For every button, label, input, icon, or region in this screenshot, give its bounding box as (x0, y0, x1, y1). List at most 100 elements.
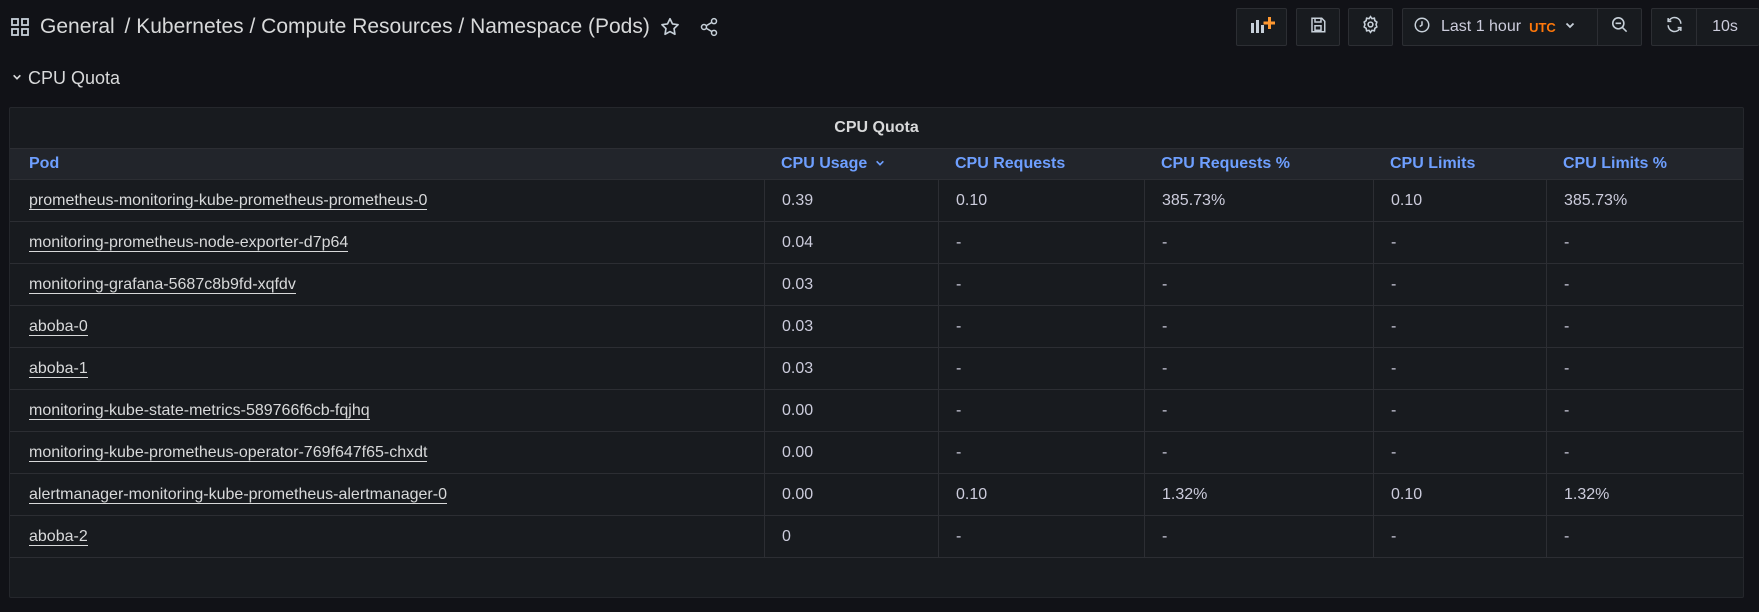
cpu-requests-cell: - (938, 390, 1144, 431)
column-header-label: CPU Limits (1390, 155, 1476, 172)
chevron-down-icon (1564, 18, 1576, 36)
cpu-limits-cell: - (1373, 222, 1546, 263)
cpu-usage-cell: 0.03 (764, 264, 938, 305)
save-dashboard-button[interactable] (1296, 8, 1340, 46)
column-header-cpu-usage[interactable]: CPU Usage (781, 149, 885, 179)
pod-cell: alertmanager-monitoring-kube-prometheus-… (10, 474, 764, 515)
column-header-cpu-limits-percent[interactable]: CPU Limits % (1563, 149, 1667, 179)
chevron-down-icon (12, 69, 22, 87)
cpu-requests-percent-cell: - (1144, 222, 1373, 263)
dashboard-settings-button[interactable] (1348, 8, 1393, 46)
cpu-limits-cell: - (1373, 264, 1546, 305)
pod-cell: aboba-0 (10, 306, 764, 347)
cpu-limits-percent-cell: - (1546, 264, 1745, 305)
pod-cell: monitoring-grafana-5687c8b9fd-xqfdv (10, 264, 764, 305)
cpu-limits-percent-cell: - (1546, 516, 1745, 557)
cpu-requests-cell: 0.10 (938, 474, 1144, 515)
cpu-requests-cell: - (938, 306, 1144, 347)
cpu-requests-percent-cell: - (1144, 432, 1373, 473)
table-row: alertmanager-monitoring-kube-prometheus-… (10, 474, 1743, 516)
pod-cell: aboba-1 (10, 348, 764, 389)
cpu-limits-cell: - (1373, 516, 1546, 557)
cpu-usage-cell: 0.00 (764, 474, 938, 515)
cpu-requests-cell: 0.10 (938, 180, 1144, 221)
table-row: monitoring-kube-prometheus-operator-769f… (10, 432, 1743, 474)
row-title: CPU Quota (28, 67, 121, 88)
pod-link[interactable]: alertmanager-monitoring-kube-prometheus-… (29, 486, 447, 504)
cpu-usage-cell: 0.39 (764, 180, 938, 221)
column-header-pod[interactable]: Pod (29, 149, 59, 179)
refresh-icon (1665, 15, 1684, 39)
cpu-requests-percent-cell: 385.73% (1144, 180, 1373, 221)
apps-icon[interactable] (10, 17, 30, 37)
panel-title[interactable]: CPU Quota (10, 108, 1743, 148)
table-row: monitoring-prometheus-node-exporter-d7p6… (10, 222, 1743, 264)
star-icon[interactable] (657, 14, 683, 40)
cpu-usage-cell: 0.00 (764, 432, 938, 473)
cpu-usage-cell: 0.03 (764, 348, 938, 389)
pod-cell: prometheus-monitoring-kube-prometheus-pr… (10, 180, 764, 221)
cpu-usage-cell: 0.04 (764, 222, 938, 263)
table-row: aboba-1 0.03 - - - - (10, 348, 1743, 390)
cpu-requests-cell: - (938, 516, 1144, 557)
cpu-limits-percent-cell: - (1546, 348, 1745, 389)
timezone-label: UTC (1529, 19, 1556, 35)
cpu-limits-percent-cell: - (1546, 306, 1745, 347)
table-row: monitoring-kube-state-metrics-589766f6cb… (10, 390, 1743, 432)
top-navbar: General / Kubernetes / Compute Resources… (0, 0, 1759, 54)
cpu-limits-percent-cell: - (1546, 432, 1745, 473)
dashboard-title[interactable]: Kubernetes / Compute Resources / Namespa… (136, 15, 650, 39)
pod-link[interactable]: monitoring-kube-state-metrics-589766f6cb… (29, 402, 370, 420)
pod-cell: monitoring-kube-prometheus-operator-769f… (10, 432, 764, 473)
table-header: Pod CPU Usage CPU Requests CPU Requests … (10, 148, 1743, 180)
cpu-limits-percent-cell: - (1546, 390, 1745, 431)
breadcrumb-separator: / (118, 15, 137, 38)
add-panel-button[interactable] (1236, 8, 1287, 46)
column-header-label: CPU Requests (955, 155, 1066, 172)
save-icon (1309, 16, 1327, 39)
pod-link[interactable]: monitoring-prometheus-node-exporter-d7p6… (29, 234, 349, 252)
column-header-label: CPU Usage (781, 155, 868, 172)
row-header-cpu-quota[interactable]: CPU Quota (12, 64, 120, 92)
column-header-cpu-limits[interactable]: CPU Limits (1390, 149, 1475, 179)
time-range-picker[interactable]: Last 1 hour UTC (1402, 8, 1597, 46)
clock-icon (1413, 16, 1431, 39)
pod-link[interactable]: aboba-1 (29, 360, 88, 378)
cpu-quota-panel: CPU Quota Pod CPU Usage CPU Requests CPU… (9, 107, 1744, 598)
cpu-limits-percent-cell: 385.73% (1546, 180, 1745, 221)
cpu-usage-cell: 0 (764, 516, 938, 557)
breadcrumb-folder[interactable]: General (40, 15, 115, 39)
zoom-out-button[interactable] (1597, 8, 1642, 46)
table-row: aboba-0 0.03 - - - - (10, 306, 1743, 348)
add-panel-icon (1249, 15, 1275, 40)
gear-icon (1361, 15, 1380, 39)
cpu-requests-percent-cell: - (1144, 348, 1373, 389)
cpu-limits-cell: - (1373, 390, 1546, 431)
table-row: aboba-2 0 - - - - (10, 516, 1743, 558)
pod-link[interactable]: monitoring-grafana-5687c8b9fd-xqfdv (29, 276, 296, 294)
cpu-requests-percent-cell: - (1144, 390, 1373, 431)
pod-link[interactable]: monitoring-kube-prometheus-operator-769f… (29, 444, 428, 462)
column-header-cpu-requests[interactable]: CPU Requests (955, 149, 1065, 179)
cpu-requests-percent-cell: 1.32% (1144, 474, 1373, 515)
cpu-requests-cell: - (938, 264, 1144, 305)
table-row: prometheus-monitoring-kube-prometheus-pr… (10, 180, 1743, 222)
pod-cell: monitoring-kube-state-metrics-589766f6cb… (10, 390, 764, 431)
pod-link[interactable]: aboba-0 (29, 318, 88, 336)
refresh-interval-picker[interactable]: 10s (1696, 8, 1759, 46)
column-header-label: CPU Requests % (1161, 155, 1290, 172)
cpu-limits-cell: 0.10 (1373, 474, 1546, 515)
cpu-limits-cell: - (1373, 432, 1546, 473)
refresh-button[interactable] (1651, 8, 1696, 46)
column-header-cpu-requests-percent[interactable]: CPU Requests % (1161, 149, 1290, 179)
cpu-limits-percent-cell: - (1546, 222, 1745, 263)
cpu-usage-cell: 0.00 (764, 390, 938, 431)
cpu-requests-percent-cell: - (1144, 306, 1373, 347)
cpu-requests-cell: - (938, 222, 1144, 263)
refresh-interval-label: 10s (1712, 18, 1738, 35)
pod-link[interactable]: prometheus-monitoring-kube-prometheus-pr… (29, 192, 428, 210)
cpu-requests-cell: - (938, 432, 1144, 473)
share-icon[interactable] (696, 14, 722, 40)
pod-link[interactable]: aboba-2 (29, 528, 88, 546)
zoom-out-icon (1610, 15, 1629, 39)
